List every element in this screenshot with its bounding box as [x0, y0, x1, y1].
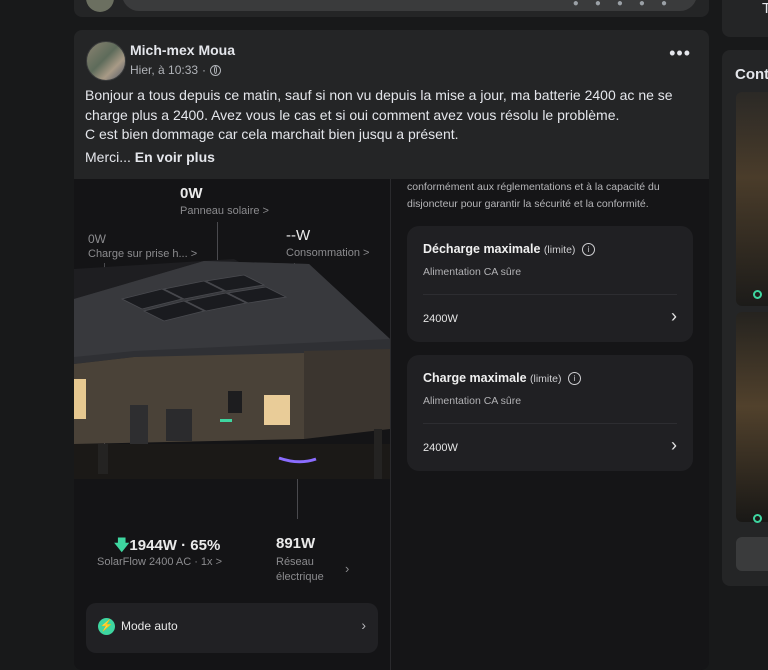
regulation-notice: conformément aux réglementations et à la… — [407, 181, 660, 210]
setting-title: Décharge maximale (limite) i — [423, 242, 595, 256]
post-text: Bonjour a tous depuis ce matin, sauf si … — [85, 86, 697, 145]
divider — [423, 423, 677, 424]
online-indicator-icon — [753, 290, 762, 299]
mode-label: Mode auto — [121, 619, 178, 633]
post-text-line: C est bien dommage car cela marchait bie… — [85, 126, 459, 142]
online-indicator-icon — [753, 514, 762, 523]
meta-separator: · — [202, 63, 207, 77]
setting-value: 2400W — [423, 442, 458, 454]
house-illustration — [74, 259, 390, 479]
chevron-right-icon: › — [361, 617, 366, 633]
author-avatar[interactable] — [86, 41, 126, 81]
more-options-icon[interactable]: ••• — [669, 44, 691, 62]
feed-post: Mich-mex Moua Hier, à 10:33 · ••• Bonjou… — [74, 30, 709, 670]
sidebar-button[interactable] — [736, 537, 768, 571]
mode-auto-row[interactable]: ⚡ Mode auto › — [86, 603, 378, 653]
grid-label-line1: Réseau — [276, 556, 314, 568]
setting-title-text: Décharge maximale — [423, 242, 541, 256]
solar-label: Panneau solaire > — [180, 205, 269, 217]
setting-qualifier: (limite) — [543, 244, 576, 256]
battery-label: SolarFlow 2400 AC · 1x > — [97, 556, 223, 568]
globe-icon — [210, 64, 222, 76]
discharge-limit-card[interactable]: Décharge maximale (limite) i Alimentatio… — [407, 226, 693, 342]
grid-value: 891W — [276, 535, 316, 552]
energy-flow-panel: 0W Panneau solaire > 0W Charge sur prise… — [74, 179, 391, 670]
story-thumbnail[interactable] — [736, 312, 768, 522]
charge-limit-card[interactable]: Charge maximale (limite) i Alimentation … — [407, 355, 693, 471]
author-name[interactable]: Mich-mex Moua — [130, 42, 235, 58]
battery-value: 1944W · 65% — [129, 537, 221, 554]
post-truncation: Merci... En voir plus — [85, 149, 215, 165]
setting-title: Charge maximale (limite) i — [423, 371, 581, 385]
right-card-letter: T — [762, 0, 768, 17]
grid-label-line2: électrique — [276, 571, 324, 583]
post-meta: Hier, à 10:33 · — [130, 63, 222, 77]
divider — [423, 294, 677, 295]
story-thumbnail[interactable] — [736, 92, 768, 306]
post-timestamp[interactable]: Hier, à 10:33 — [130, 63, 198, 77]
truncated-text: Merci... — [85, 149, 131, 165]
setting-value: 2400W — [423, 313, 458, 325]
setting-qualifier: (limite) — [530, 373, 562, 385]
setting-subtitle: Alimentation CA sûre — [423, 266, 522, 278]
contacts-panel: Cont — [722, 50, 768, 586]
see-more-link[interactable]: En voir plus — [135, 149, 215, 165]
setting-title-text: Charge maximale — [423, 371, 527, 385]
chevron-right-icon[interactable]: › — [671, 306, 677, 327]
info-icon[interactable]: i — [568, 372, 581, 385]
avatar[interactable] — [86, 0, 114, 12]
contacts-title: Cont — [735, 66, 768, 83]
power-limits-panel: conformément aux réglementations et à la… — [391, 179, 709, 670]
comment-composer-card: ●●●●● — [74, 0, 709, 17]
info-icon[interactable]: i — [581, 243, 595, 256]
lightning-icon: ⚡ — [98, 618, 115, 635]
right-card-top: T — [722, 0, 768, 37]
discharge-arrow-icon: 🡇 — [114, 537, 130, 554]
composer-icons[interactable]: ●●●●● — [573, 0, 683, 9]
grid-chevron-icon[interactable]: › — [345, 561, 349, 576]
chevron-right-icon[interactable]: › — [671, 435, 677, 456]
post-image[interactable]: 0W Panneau solaire > 0W Charge sur prise… — [74, 179, 709, 670]
setting-subtitle: Alimentation CA sûre — [423, 395, 522, 407]
post-text-line: Bonjour a tous depuis ce matin, sauf si … — [85, 87, 673, 123]
solar-value: 0W — [180, 185, 203, 202]
